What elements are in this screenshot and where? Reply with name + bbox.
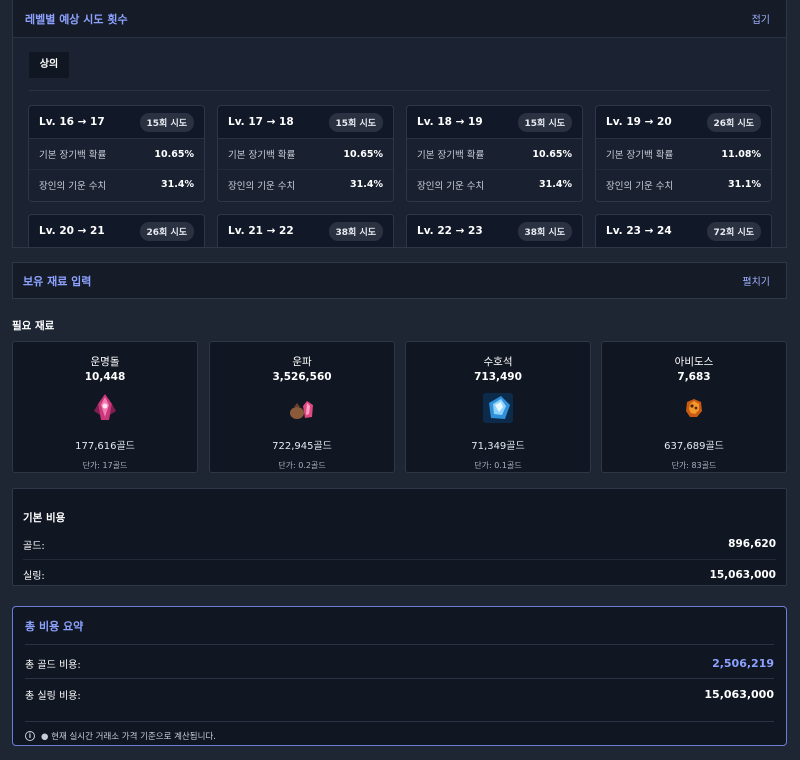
attempts-badge: 26회 시도 [706,112,761,132]
material-name: 운명돌 [90,356,120,368]
level-card: Lv. 22 → 23 38회 시도 [406,214,583,247]
base-rate-value: 10.65% [154,148,194,160]
total-gold-label: 총 골드 비용: [25,660,81,671]
artisan-value: 31.1% [728,179,761,190]
attempts-panel-title: 레벨별 예상 시도 횟수 [25,12,128,26]
base-gold-value: 896,620 [728,538,776,550]
destiny-stone-icon [94,394,116,420]
level-card: Lv. 17 → 18 15회 시도 기본 장기백 확률 10.65% 장인의 기… [217,105,394,202]
attempts-panel-header: 레벨별 예상 시도 횟수 접기 [13,0,786,38]
material-name: 운파 [292,356,312,368]
owned-materials-title: 보유 재료 입력 [23,274,92,288]
material-unit-price: 단가: 0.2골드 [278,461,326,470]
base-rate-value: 10.65% [343,148,383,160]
artisan-value: 31.4% [539,179,572,190]
level-card: Lv. 20 → 21 26회 시도 [28,214,205,247]
owned-materials-panel: 보유 재료 입력 펼치기 [12,262,787,299]
artisan-value: 31.4% [350,179,383,190]
attempts-badge: 15회 시도 [328,112,383,132]
level-card: Lv. 16 → 17 15회 시도 기본 장기백 확률 10.65% 장인의 기… [28,105,205,202]
destiny-shard-icon [290,401,313,419]
summary-title: 총 비용 요약 [25,607,774,645]
material-name: 수호석 [483,356,513,368]
artisan-value: 31.4% [161,179,194,190]
material-gold: 637,689골드 [664,441,724,452]
total-gold-value: 2,506,219 [712,657,774,670]
price-note: i ● 현재 실시간 거래소 가격 기준으로 계산됩니다. [25,721,774,742]
base-rate-label: 기본 장기백 확률 [228,150,296,161]
base-cost-panel: 기본 비용 골드: 896,620 실링: 15,063,000 [12,488,787,586]
level-card: Lv. 21 → 22 38회 시도 [217,214,394,247]
attempts-badge: 26회 시도 [139,221,194,241]
base-rate-value: 10.65% [532,148,572,160]
material-quantity: 10,448 [84,371,126,383]
attempts-panel: 레벨별 예상 시도 횟수 접기 상의 Lv. 16 → 17 15회 시도 기본… [12,0,787,248]
material-card: 수호석 713,490 71,349골드 단가: 0.1골드 [405,341,591,473]
artisan-label: 장인의 기운 수치 [228,180,296,192]
material-quantity: 713,490 [474,371,522,383]
material-quantity: 7,683 [677,371,711,383]
attempts-badge: 38회 시도 [517,221,572,241]
material-quantity: 3,526,560 [272,371,332,383]
abidos-icon [686,399,702,417]
collapse-button[interactable]: 접기 [752,11,770,26]
divider [29,90,770,91]
level-label: Lv. 16 → 17 [39,116,105,128]
material-card: 운파 3,526,560 722,945골드 단가: 0.2골드 [209,341,395,473]
material-card: 아비도스 7,683 637,689골드 단가: 83골드 [601,341,787,473]
price-note-text: ● 현재 실시간 거래소 가격 기준으로 계산됩니다. [41,732,216,742]
base-rate-label: 기본 장기백 확률 [606,150,674,161]
material-gold: 71,349골드 [471,441,525,452]
total-cost-summary: 총 비용 요약 총 골드 비용: 2,506,219 총 실링 비용: 15,0… [12,606,787,746]
artisan-label: 장인의 기운 수치 [606,180,674,192]
base-gold-label: 골드: [23,540,45,552]
material-unit-price: 단가: 83골드 [671,461,717,470]
material-gold: 177,616골드 [75,441,135,452]
level-label: Lv. 23 → 24 [606,225,672,237]
material-unit-price: 단가: 17골드 [82,461,128,470]
base-rate-value: 11.08% [721,148,761,160]
attempts-badge: 72회 시도 [706,221,761,241]
material-card: 운명돌 10,448 177,616골드 단가: 17골드 [12,341,198,473]
material-unit-price: 단가: 0.1골드 [474,461,522,470]
artisan-label: 장인의 기운 수치 [39,180,107,192]
tab-top-armor[interactable]: 상의 [29,52,69,78]
base-rate-label: 기본 장기백 확률 [39,150,107,161]
expand-button[interactable]: 펼치기 [742,273,770,288]
level-label: Lv. 17 → 18 [228,116,294,128]
level-label: Lv. 20 → 21 [39,225,105,237]
base-cost-title: 기본 비용 [23,512,66,524]
material-gold: 722,945골드 [272,441,332,452]
attempts-badge: 15회 시도 [139,112,194,132]
attempts-badge: 15회 시도 [517,112,572,132]
guardian-stone-icon [483,393,513,423]
level-card: Lv. 19 → 20 26회 시도 기본 장기백 확률 11.08% 장인의 기… [595,105,772,202]
level-label: Lv. 22 → 23 [417,225,483,237]
level-label: Lv. 21 → 22 [228,225,294,237]
base-silver-value: 15,063,000 [709,568,776,581]
artisan-label: 장인의 기운 수치 [417,180,485,192]
total-silver-label: 총 실링 비용: [25,690,81,702]
info-icon: i [25,731,35,741]
level-card: Lv. 23 → 24 72회 시도 [595,214,772,247]
material-name: 아비도스 [674,356,714,368]
attempts-badge: 38회 시도 [328,221,383,241]
level-card: Lv. 18 → 19 15회 시도 기본 장기백 확률 10.65% 장인의 기… [406,105,583,202]
level-label: Lv. 19 → 20 [606,116,672,128]
required-materials-label: 필요 재료 [12,320,55,332]
base-silver-label: 실링: [23,571,45,582]
level-label: Lv. 18 → 19 [417,116,483,128]
base-rate-label: 기본 장기백 확률 [417,150,485,161]
total-silver-value: 15,063,000 [704,687,774,701]
